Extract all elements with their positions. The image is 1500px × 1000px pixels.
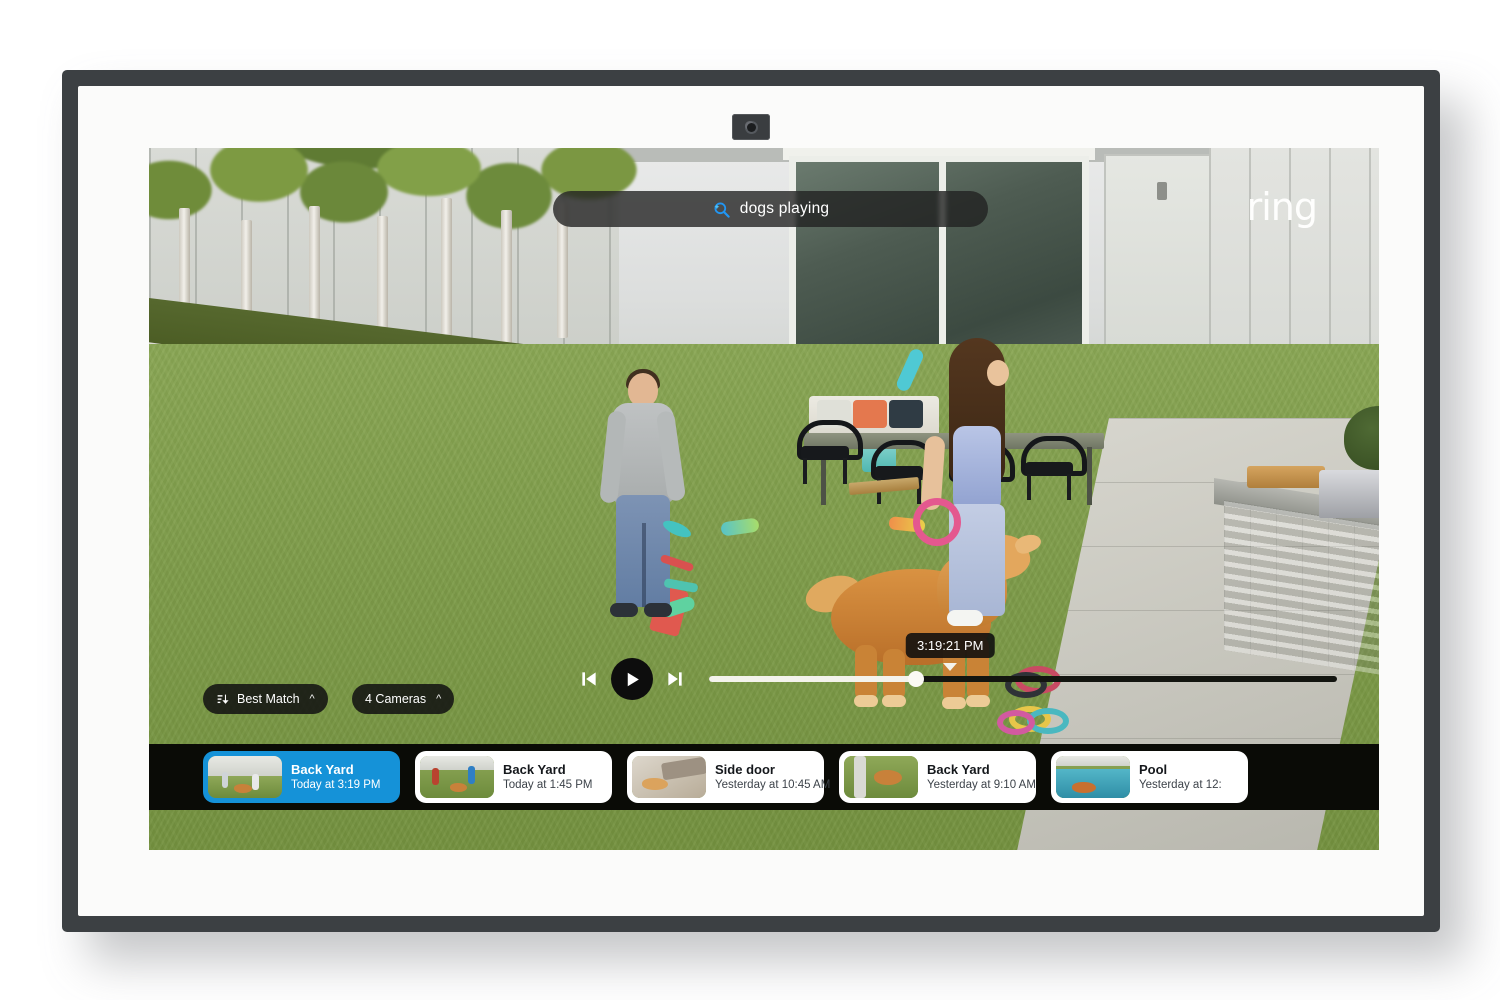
event-thumbnail (1056, 756, 1130, 798)
wall-lamp (1157, 182, 1167, 200)
tree-trunk (441, 198, 452, 356)
play-button[interactable] (611, 658, 653, 700)
camera-filter-chip[interactable]: 4 Cameras ^ (352, 684, 455, 714)
event-camera-name: Back Yard (927, 761, 990, 777)
ring-logo: ring (1246, 185, 1318, 229)
transport-controls (579, 656, 699, 702)
event-camera-name: Back Yard (503, 761, 566, 777)
event-timestamp: Today at 1:45 PM (503, 778, 593, 791)
timestamp-pointer-icon (943, 663, 958, 671)
sort-chip-label: Best Match (237, 692, 300, 706)
event-timestamp: Yesterday at 10:45 AM (715, 778, 831, 791)
camera-video-feed[interactable]: dogs playing ring Best Match ^ 4 Cameras… (149, 148, 1379, 850)
event-camera-name: Pool (1139, 761, 1168, 777)
device-bezel: dogs playing ring Best Match ^ 4 Cameras… (78, 86, 1424, 916)
device-frame: dogs playing ring Best Match ^ 4 Cameras… (62, 70, 1440, 932)
event-timestamp: Yesterday at 9:10 AM (927, 778, 1036, 791)
event-thumbnail (844, 756, 918, 798)
patio-chair (797, 420, 863, 484)
webcam-icon (732, 114, 770, 140)
grill (1319, 470, 1379, 518)
event-card-text: Back Yard Yesterday at 9:10 AM (927, 761, 1036, 792)
tree-trunk (501, 210, 512, 352)
skip-previous-icon (582, 672, 596, 686)
event-thumbnail (632, 756, 706, 798)
patio-chair (1021, 436, 1087, 500)
sort-descending-icon (217, 694, 229, 704)
timeline-scrubber[interactable]: 3:19:21 PM (709, 633, 1337, 687)
webcam-lens-icon (746, 122, 756, 132)
event-thumbnail (420, 756, 494, 798)
event-card-text: Back Yard Today at 1:45 PM (503, 762, 593, 792)
event-card[interactable]: Pool Yesterday at 12: (1051, 751, 1248, 803)
event-card-text: Side door Yesterday at 10:45 AM (715, 761, 831, 792)
event-card-list[interactable]: Back Yard Today at 3:19 PM Back Yard Today … (149, 744, 1379, 810)
event-camera-name: Back Yard (291, 761, 354, 777)
sofa-cushion (853, 400, 887, 428)
event-card-text: Pool Yesterday at 12: (1139, 762, 1222, 792)
event-camera-name: Side door (715, 761, 775, 777)
person-girl (894, 338, 1014, 628)
event-card-text: Back Yard Today at 3:19 PM (291, 762, 381, 792)
previous-event-button[interactable] (579, 668, 599, 690)
outdoor-counter-base (1224, 500, 1379, 681)
timestamp-tooltip: 3:19:21 PM (905, 633, 995, 658)
camera-chip-label: 4 Cameras (365, 692, 427, 706)
event-card[interactable]: Back Yard Today at 1:45 PM (415, 751, 612, 803)
next-event-button[interactable] (665, 668, 685, 690)
person-man (599, 369, 699, 628)
search-query-text: dogs playing (739, 200, 830, 217)
event-card[interactable]: Back Yard Today at 3:19 PM (203, 751, 400, 803)
skip-next-icon (668, 672, 682, 686)
timeline-handle[interactable] (908, 671, 925, 687)
timeline-progress-fill (709, 676, 917, 682)
sort-filter-chip[interactable]: Best Match ^ (203, 684, 328, 714)
search-sparkle-icon (714, 201, 730, 218)
serving-tray (1247, 466, 1325, 488)
event-timestamp: Yesterday at 12: (1139, 778, 1222, 791)
search-bar[interactable]: dogs playing (553, 191, 988, 227)
play-icon (627, 672, 639, 686)
chevron-up-icon: ^ (309, 693, 315, 705)
display-screen: dogs playing ring Best Match ^ 4 Cameras… (149, 148, 1379, 850)
event-card[interactable]: Side door Yesterday at 10:45 AM (627, 751, 831, 803)
chevron-up-icon: ^ (436, 693, 442, 705)
event-timestamp: Today at 3:19 PM (291, 778, 381, 791)
sofa-cushion (889, 400, 923, 428)
event-card[interactable]: Back Yard Yesterday at 9:10 AM (839, 751, 1036, 803)
event-thumbnail (208, 756, 282, 798)
